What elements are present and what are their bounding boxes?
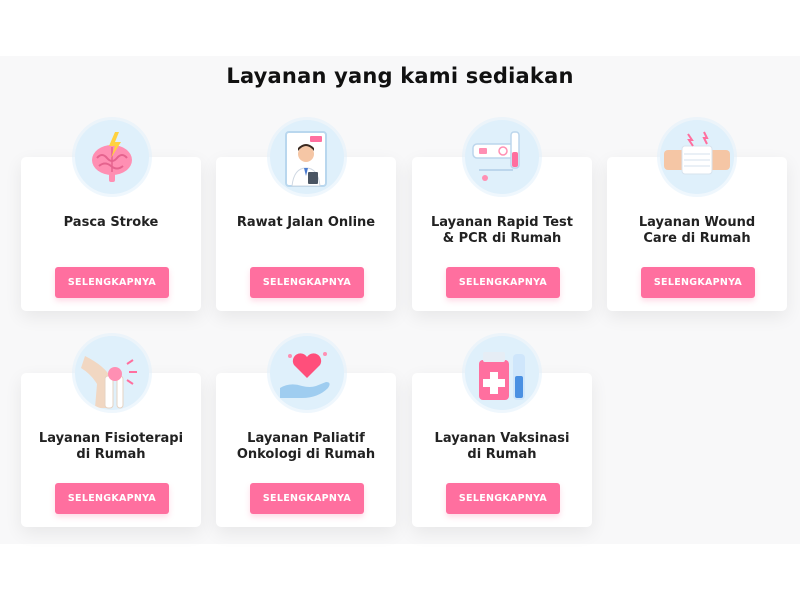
service-name-line2: & PCR di Rumah <box>442 231 562 246</box>
vaccine-icon <box>465 336 539 410</box>
heart-hand-icon <box>270 336 344 410</box>
selengkapnya-button[interactable]: SELENGKAPNYA <box>641 267 755 298</box>
service-name: Rawat Jalan Online <box>220 215 392 231</box>
selengkapnya-button[interactable]: SELENGKAPNYA <box>446 267 560 298</box>
service-name: Layanan Wound Care di Rumah <box>611 215 783 247</box>
service-name-line1: Layanan Fisioterapi <box>38 431 184 446</box>
service-name: Layanan Paliatif Onkologi di Rumah <box>220 431 392 463</box>
selengkapnya-button[interactable]: SELENGKAPNYA <box>446 483 560 514</box>
service-name-line1: Layanan Vaksinasi <box>434 431 570 446</box>
selengkapnya-button[interactable]: SELENGKAPNYA <box>250 267 364 298</box>
doctor-live-icon <box>270 120 344 194</box>
selengkapnya-button[interactable]: SELENGKAPNYA <box>55 267 169 298</box>
service-name-line1: Pasca Stroke <box>63 215 159 230</box>
service-name: Layanan Fisioterapi di Rumah <box>25 431 197 463</box>
brain-icon <box>75 120 149 194</box>
selengkapnya-button[interactable]: SELENGKAPNYA <box>250 483 364 514</box>
selengkapnya-button[interactable]: SELENGKAPNYA <box>55 483 169 514</box>
service-name-line2: di Rumah <box>76 447 146 462</box>
service-name: Pasca Stroke <box>25 215 197 231</box>
bandage-icon <box>660 120 734 194</box>
service-name-line2: di Rumah <box>467 447 537 462</box>
service-name-line1: Rawat Jalan Online <box>236 215 376 230</box>
knee-joint-icon <box>75 336 149 410</box>
service-name-line1: Layanan Rapid Test <box>431 215 573 230</box>
service-name: Layanan Rapid Test & PCR di Rumah <box>416 215 588 247</box>
service-name-line2: Onkologi di Rumah <box>236 447 376 462</box>
service-name-line1: Layanan Wound <box>638 215 756 230</box>
rapid-test-icon <box>465 120 539 194</box>
service-name: Layanan Vaksinasi di Rumah <box>416 431 588 463</box>
section-title: Layanan yang kami sediakan <box>226 64 574 88</box>
service-name-line2: Care di Rumah <box>643 231 751 246</box>
service-name-line1: Layanan Paliatif <box>247 431 365 446</box>
